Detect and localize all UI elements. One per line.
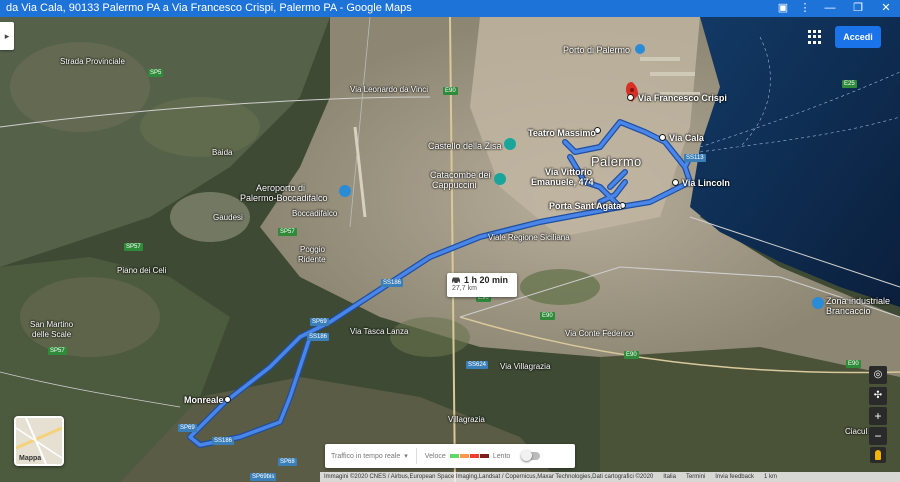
label-porto: Porto di Palermo	[563, 45, 631, 55]
label-via-conte-federico: Via Conte Federico	[565, 329, 634, 338]
layers-label: Mappa	[19, 455, 42, 462]
label-via-leonardo-vinci: Via Leonardo da Vinci	[350, 85, 428, 94]
badge-e90d: E90	[846, 360, 861, 368]
label-porta-sant-agata: Porta Sant'Agata	[549, 201, 622, 211]
apps-grid-icon[interactable]	[808, 30, 822, 44]
label-castello-zisa: Castello della Zisa	[428, 141, 502, 151]
more-options-icon[interactable]: ⋮	[794, 0, 816, 17]
label-san-martino-2: delle Scale	[32, 330, 72, 339]
route-summary-box[interactable]: 1 h 20 min 27,7 km	[447, 273, 517, 297]
google-maps-window: da Via Cala, 90133 Palermo PA a Via Fran…	[0, 0, 900, 482]
attribution-bar: Immagini ©2020 CNES / Airbus,European Sp…	[320, 472, 900, 482]
minimize-button[interactable]: —	[816, 0, 844, 17]
pegman-icon[interactable]	[870, 447, 886, 463]
badge-e90e: E90	[540, 312, 555, 320]
label-zona-ind-2: Brancaccio	[826, 306, 871, 316]
car-icon	[452, 277, 460, 284]
label-via-vittorio: Via Vittorio	[545, 167, 593, 177]
badge-ss624: SS624	[466, 361, 489, 369]
badge-ss186a: SS186	[381, 279, 404, 287]
traffic-label[interactable]: Traffico in tempo reale	[331, 453, 400, 460]
waypoint-francesco-crispi[interactable]	[627, 94, 634, 101]
label-emanuele-474: Emanuele, 474	[531, 177, 594, 187]
layers-toggle[interactable]: Mappa	[14, 416, 64, 466]
zoom-out-icon[interactable]: −	[869, 427, 887, 445]
signin-button[interactable]: Accedi	[835, 26, 881, 48]
badge-e25: E25	[842, 80, 857, 88]
label-francesco-crispi: Via Francesco Crispi	[638, 93, 727, 103]
label-catacombe-2: Cappuccini	[432, 180, 477, 190]
title-bar: da Via Cala, 90133 Palermo PA a Via Fran…	[0, 0, 900, 17]
badge-e90a: E90	[443, 87, 458, 95]
badge-e90c: E90	[624, 351, 639, 359]
label-villagrazia: Villagrazia	[448, 415, 485, 424]
label-gaudesi: Gaudesi	[213, 213, 243, 222]
airport-marker-icon	[339, 185, 351, 197]
badge-sp57a: SP57	[278, 228, 297, 236]
route-duration: 1 h 20 min	[464, 275, 509, 285]
feedback-link[interactable]: Invia feedback	[715, 472, 754, 482]
waypoint-via-cala[interactable]	[659, 134, 666, 141]
badge-sp69: SP69	[310, 318, 329, 326]
collapse-side-panel-button[interactable]: ▸	[0, 22, 14, 50]
window-title: da Via Cala, 90133 Palermo PA a Via Fran…	[6, 2, 412, 14]
waypoint-via-lincoln[interactable]	[672, 179, 679, 186]
badge-sp69-2: SP69	[178, 424, 197, 432]
label-strada-provinciale: Strada Provinciale	[60, 57, 125, 66]
waypoint-monreale[interactable]	[224, 396, 231, 403]
label-baida: Baida	[212, 148, 233, 157]
badge-ss113: SS113	[684, 154, 706, 162]
label-via-cala: Via Cala	[669, 133, 704, 143]
label-boccadifalco: Boccadifalco	[292, 209, 338, 218]
window-controls: ▣ ⋮ — ❐ ✕	[772, 0, 900, 17]
label-poggio-2: Ridente	[298, 255, 326, 264]
port-marker-icon	[635, 44, 645, 54]
chevron-down-icon[interactable]: ▾	[404, 452, 408, 460]
label-via-regione-siciliana: Viale Regione Siciliana	[488, 233, 570, 242]
scale-label[interactable]: 1 km	[764, 472, 777, 482]
badge-sp57b: SP57	[124, 243, 143, 251]
label-zona-ind-1: Zona industriale	[826, 296, 891, 306]
label-via-lincoln: Via Lincoln	[682, 178, 730, 188]
zoom-in-icon[interactable]: +	[869, 407, 887, 425]
catacomb-marker-icon	[494, 173, 506, 185]
country-label[interactable]: Italia	[663, 472, 676, 482]
label-catacombe-1: Catacombe dei	[430, 170, 491, 180]
label-piano-celi: Piano dei Celi	[117, 266, 167, 275]
traffic-slow-label: Lento	[492, 452, 511, 460]
label-teatro-massimo: Teatro Massimo	[528, 128, 596, 138]
route-distance: 27,7 km	[452, 285, 477, 292]
badge-sp5: SP5	[148, 69, 164, 77]
badge-sp68: SP68	[278, 458, 297, 466]
badge-ss186c: SS186	[212, 437, 235, 445]
traffic-toggle[interactable]	[521, 450, 541, 461]
traffic-fast-label: Veloce	[424, 452, 446, 460]
badge-sp69bis: SP69bis	[250, 473, 277, 481]
badge-sp57c: SP57	[48, 347, 67, 355]
museum-marker-icon	[504, 138, 516, 150]
label-aeroporto-2: Palermo-Boccadifalco	[240, 193, 328, 203]
label-via-tasca-lanza: Via Tasca Lanza	[350, 327, 409, 336]
label-poggio-1: Poggio	[300, 245, 325, 254]
satellite-view-icon[interactable]: ✣	[869, 387, 887, 405]
label-ciaculli: Ciacul	[845, 427, 868, 436]
terms-link[interactable]: Termini	[686, 472, 705, 482]
satellite-map[interactable]: Via Francesco Crispi Via Cala Teatro Mas…	[0, 17, 900, 482]
app-icon[interactable]: ▣	[772, 0, 794, 17]
label-monreale: Monreale	[184, 395, 224, 405]
maximize-button[interactable]: ❐	[844, 0, 872, 17]
label-via-villagrazia: Via Villagrazia	[500, 362, 551, 371]
industrial-zone-marker-icon	[812, 297, 824, 309]
label-palermo: Palermo	[591, 154, 642, 169]
badge-ss186b: SS186	[307, 333, 330, 341]
traffic-legend: Traffico in tempo reale ▾ Veloce Lento	[325, 444, 575, 468]
label-aeroporto-1: Aeroporto di	[256, 183, 306, 193]
imagery-credit: Immagini ©2020 CNES / Airbus,European Sp…	[324, 474, 654, 480]
traffic-color-scale	[449, 454, 489, 458]
compass-icon[interactable]: ◎	[869, 366, 887, 384]
label-san-martino-1: San Martino	[30, 320, 74, 329]
close-button[interactable]: ✕	[872, 0, 900, 17]
